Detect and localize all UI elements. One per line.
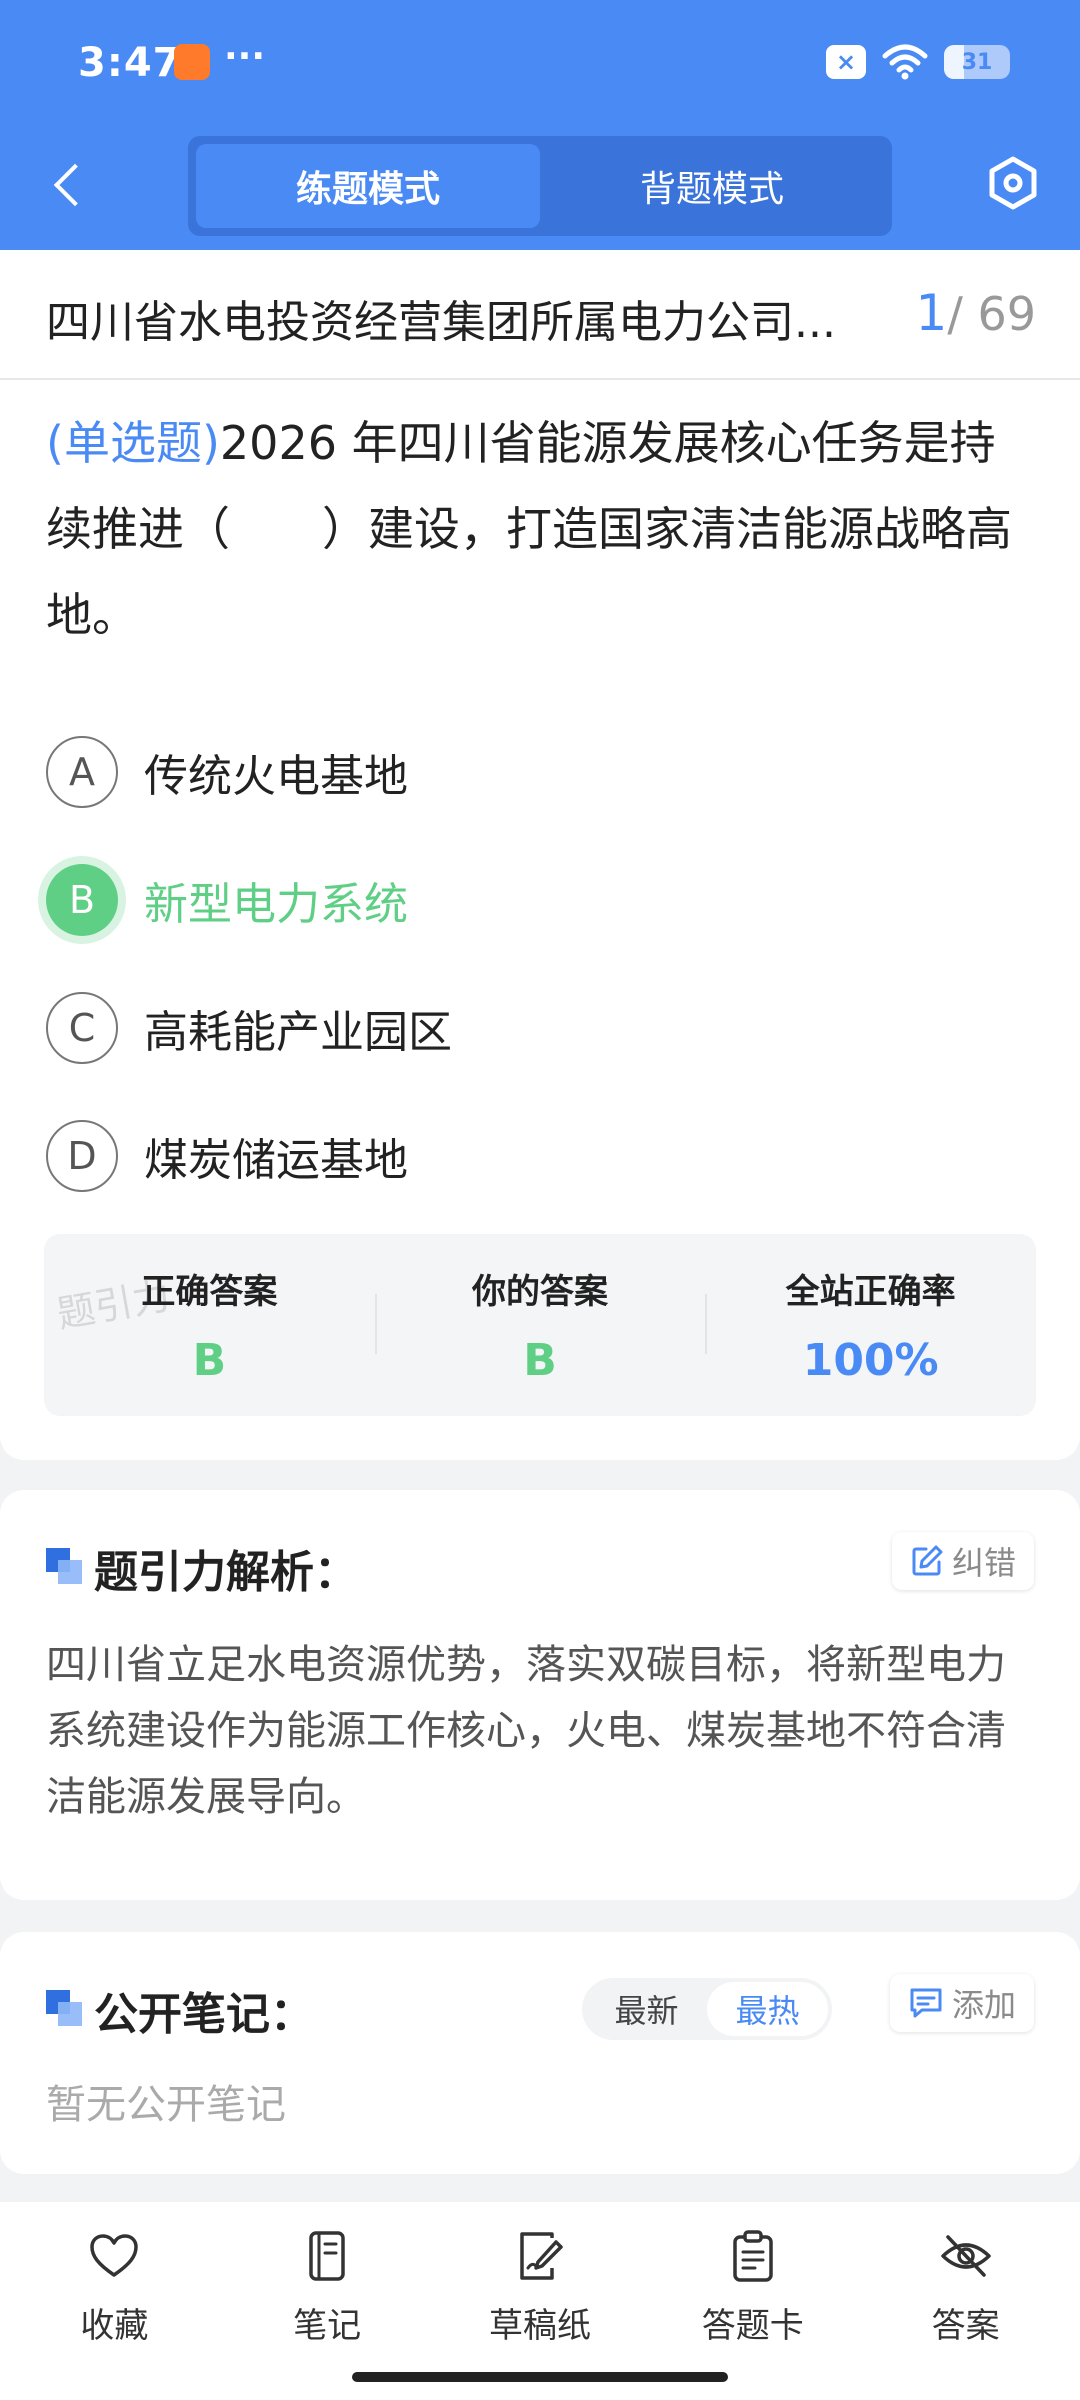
option-a[interactable]: A 传统火电基地: [46, 708, 1036, 836]
sort-latest[interactable]: 最新: [586, 1982, 707, 2036]
tab-label: 草稿纸: [488, 2306, 591, 2346]
site-accuracy-stat: 全站正确率 100%: [705, 1234, 1036, 1416]
notebook-icon: [309, 2231, 345, 2281]
notes-sort-switch: 最新 最热: [582, 1978, 832, 2040]
section-squares-icon: [46, 1548, 82, 1584]
status-time: 3:47: [78, 40, 182, 86]
add-note-label: 添加: [951, 1986, 1016, 2024]
add-note-button[interactable]: 添加: [889, 1974, 1034, 2032]
edit-icon: [912, 1545, 943, 1576]
tab-label: 收藏: [80, 2306, 149, 2346]
current-question-number: 1: [915, 284, 948, 342]
status-bar: 3:47 ··· × 31: [0, 0, 1080, 125]
option-d[interactable]: D 煤炭储运基地: [46, 1092, 1036, 1220]
answer-stats: 题引力 正确答案 B 你的答案 B 全站正确率 100%: [44, 1234, 1036, 1416]
your-answer-value: B: [523, 1335, 557, 1386]
eye-off-icon: [940, 2235, 991, 2277]
report-error-label: 纠错: [951, 1544, 1016, 1582]
tab-answer[interactable]: 答案: [859, 2202, 1072, 2400]
total-questions: / 69: [947, 287, 1036, 341]
stat-label: 全站正确率: [785, 1272, 956, 1312]
battery-icon: 31: [944, 45, 1010, 79]
stat-label: 正确答案: [141, 1272, 278, 1312]
sort-hot[interactable]: 最热: [707, 1982, 828, 2036]
tab-notes[interactable]: 笔记: [221, 2202, 434, 2400]
clipboard-icon: [733, 2230, 773, 2282]
option-c[interactable]: C 高耗能产业园区: [46, 964, 1036, 1092]
analysis-title: 题引力解析：: [94, 1547, 358, 1598]
correct-answer-value: B: [192, 1335, 227, 1386]
comment-icon: [910, 1988, 942, 2018]
status-more: ···: [224, 36, 266, 77]
home-indicator[interactable]: [352, 2372, 728, 2382]
option-letter: A: [46, 736, 118, 808]
question-type: (单选题): [46, 416, 220, 470]
tab-practice-mode[interactable]: 练题模式: [196, 144, 540, 228]
heart-icon: [90, 2234, 139, 2277]
nav-bar: 练题模式 背题模式: [0, 130, 1080, 240]
your-answer-stat: 你的答案 B: [374, 1234, 706, 1416]
tab-favorite[interactable]: 收藏: [8, 2202, 221, 2400]
draft-pen-icon: [520, 2232, 563, 2280]
paper-title: 四川省水电投资经营集团所属电力公司...: [46, 297, 836, 348]
question-counter[interactable]: 1/ 69: [916, 284, 1036, 342]
tab-label: 答题卡: [701, 2306, 804, 2346]
option-text: 传统火电基地: [144, 751, 408, 802]
back-arrow-icon[interactable]: [48, 160, 88, 210]
empty-notes-text: 暂无公开笔记: [46, 2082, 286, 2128]
report-error-button[interactable]: 纠错: [891, 1532, 1034, 1590]
status-icons: × 31: [826, 40, 1010, 84]
tab-memorize-mode[interactable]: 背题模式: [540, 144, 884, 228]
wifi-icon: [882, 44, 928, 80]
analysis-card: 题引力解析： 纠错 四川省立足水电资源优势，落实双碳目标，将新型电力系统建设作为…: [0, 1490, 1080, 1900]
stat-label: 你的答案: [472, 1272, 608, 1312]
site-accuracy-value: 100%: [802, 1335, 939, 1386]
option-text: 新型电力系统: [144, 879, 408, 930]
battery-level: 31: [961, 49, 993, 75]
app-header: 3:47 ··· × 31 练题模式 背题模式: [0, 0, 1080, 250]
option-letter: C: [46, 992, 118, 1064]
bottom-toolbar: 收藏 笔记 草稿纸 答题卡 答案: [0, 2202, 1080, 2400]
mode-switch: 练题模式 背题模式: [188, 136, 892, 236]
option-letter: B: [46, 864, 118, 936]
notes-title: 公开笔记：: [94, 1989, 314, 2040]
question-card: 四川省水电投资经营集团所属电力公司... 1/ 69 (单选题)2026 年四川…: [0, 250, 1080, 1460]
settings-hexagon-icon[interactable]: [984, 154, 1042, 212]
public-notes-card: 公开笔记： 最新 最热 添加 暂无公开笔记: [0, 1932, 1080, 2174]
paper-header: 四川省水电投资经营集团所属电力公司... 1/ 69: [0, 250, 1080, 380]
section-squares-icon: [46, 1990, 82, 2026]
no-sim-icon: ×: [826, 45, 866, 79]
option-list: A 传统火电基地 B 新型电力系统 C 高耗能产业园区 D 煤炭储运基地: [46, 708, 1036, 1220]
tab-label: 答案: [931, 2306, 1000, 2346]
analysis-text: 四川省立足水电资源优势，落实双碳目标，将新型电力系统建设作为能源工作核心，火电、…: [46, 1642, 1006, 1820]
tab-label: 笔记: [293, 2306, 362, 2346]
option-text: 煤炭储运基地: [144, 1135, 408, 1186]
correct-answer-stat: 正确答案 B: [44, 1234, 375, 1416]
option-b[interactable]: B 新型电力系统: [46, 836, 1036, 964]
option-text: 高耗能产业园区: [144, 1007, 452, 1058]
tab-answer-sheet[interactable]: 答题卡: [646, 2202, 859, 2400]
question-stem: (单选题)2026 年四川省能源发展核心任务是持续推进（ ）建设，打造国家清洁能…: [46, 400, 1036, 658]
tab-draft[interactable]: 草稿纸: [434, 2202, 647, 2400]
option-letter: D: [46, 1120, 118, 1192]
app-notification-icon: [174, 44, 210, 80]
